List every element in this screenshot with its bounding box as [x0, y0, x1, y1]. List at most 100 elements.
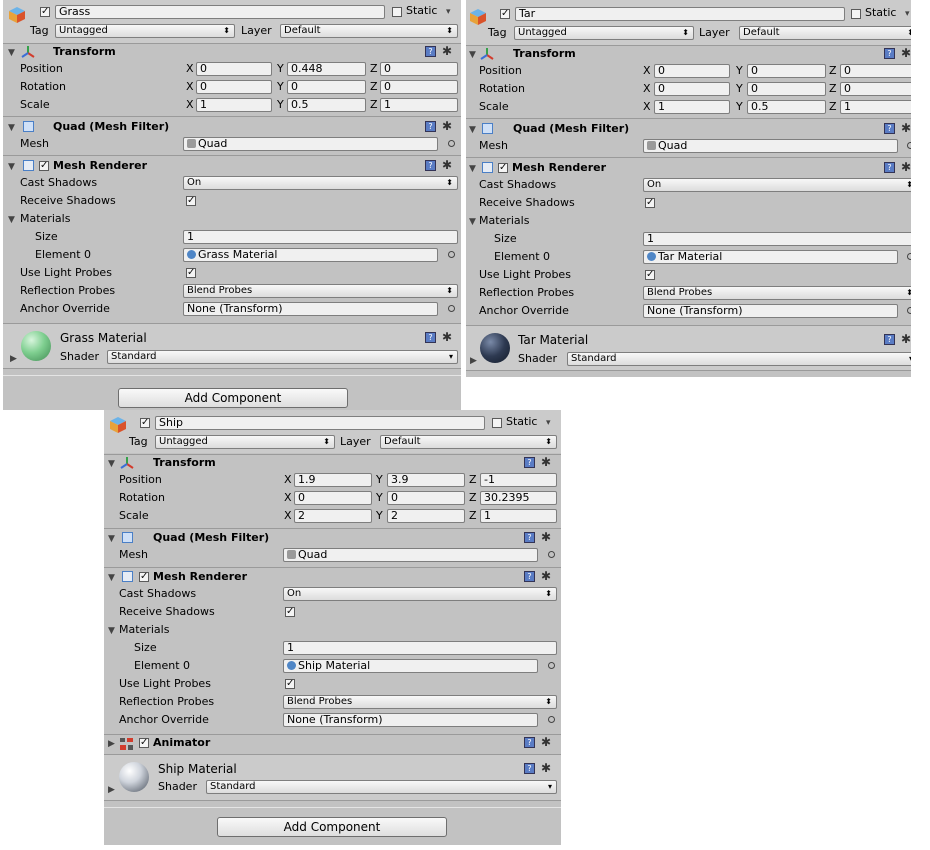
- gear-icon[interactable]: ✱: [442, 45, 452, 57]
- use-light-probes-checkbox[interactable]: ✓: [645, 270, 655, 280]
- size-field[interactable]: 1: [283, 641, 557, 655]
- materials-foldout-arrow[interactable]: ▼: [8, 215, 15, 225]
- rotation-y-label[interactable]: Y: [736, 82, 743, 96]
- tag-dropdown[interactable]: Untagged ⬍: [514, 26, 694, 40]
- layer-dropdown[interactable]: Default ⬍: [739, 26, 911, 40]
- element0-field[interactable]: Ship Material: [283, 659, 538, 673]
- add-component-button[interactable]: Add Component: [217, 817, 447, 837]
- animator-enabled-checkbox[interactable]: ✓: [139, 738, 149, 748]
- scale-z-field[interactable]: 1: [380, 98, 458, 112]
- scale-y-field[interactable]: 0.5: [747, 100, 826, 114]
- tag-dropdown[interactable]: Untagged ⬍: [55, 24, 235, 38]
- static-checkbox[interactable]: [392, 7, 402, 17]
- tag-dropdown[interactable]: Untagged ⬍: [155, 435, 335, 449]
- reflection-probes-dropdown[interactable]: Blend Probes ⬍: [183, 284, 458, 298]
- position-x-field[interactable]: 0: [654, 64, 730, 78]
- active-checkbox[interactable]: ✓: [40, 7, 50, 17]
- rotation-x-field[interactable]: 0: [196, 80, 272, 94]
- mesh-renderer-enabled-checkbox[interactable]: ✓: [498, 163, 508, 173]
- mesh-renderer-enabled-checkbox[interactable]: ✓: [39, 161, 49, 171]
- mesh-filter-foldout-arrow[interactable]: ▼: [8, 123, 15, 133]
- use-light-probes-checkbox[interactable]: ✓: [285, 679, 295, 689]
- transform-foldout-arrow[interactable]: ▼: [469, 50, 476, 60]
- rotation-x-field[interactable]: 0: [654, 82, 730, 96]
- anchor-override-field[interactable]: None (Transform): [183, 302, 438, 316]
- gear-icon[interactable]: ✱: [442, 331, 452, 343]
- rotation-y-field[interactable]: 0: [387, 491, 465, 505]
- rotation-z-field[interactable]: 30.2395: [480, 491, 557, 505]
- cast-shadows-dropdown[interactable]: On ⬍: [643, 178, 911, 192]
- position-x-field[interactable]: 0: [196, 62, 272, 76]
- position-y-field[interactable]: 0: [747, 64, 826, 78]
- scale-y-field[interactable]: 0.5: [287, 98, 366, 112]
- rotation-x-label[interactable]: X: [186, 80, 194, 94]
- mesh-renderer-foldout-arrow[interactable]: ▼: [8, 162, 15, 172]
- help-book-icon[interactable]: ?: [884, 334, 895, 345]
- active-checkbox[interactable]: ✓: [500, 9, 510, 19]
- rotation-z-label[interactable]: Z: [829, 82, 837, 96]
- position-z-label[interactable]: Z: [469, 473, 477, 487]
- position-y-label[interactable]: Y: [277, 62, 284, 76]
- scale-z-field[interactable]: 1: [840, 100, 911, 114]
- position-y-field[interactable]: 0.448: [287, 62, 366, 76]
- mesh-renderer-foldout-arrow[interactable]: ▼: [469, 164, 476, 174]
- object-picker-icon[interactable]: [548, 662, 555, 669]
- rotation-z-label[interactable]: Z: [469, 491, 477, 505]
- help-book-icon[interactable]: ?: [425, 121, 436, 132]
- rotation-y-field[interactable]: 0: [747, 82, 826, 96]
- rotation-x-label[interactable]: X: [284, 491, 292, 505]
- scale-y-label[interactable]: Y: [277, 98, 284, 112]
- mesh-renderer-foldout-arrow[interactable]: ▼: [108, 573, 115, 583]
- element0-field[interactable]: Tar Material: [643, 250, 898, 264]
- scale-z-label[interactable]: Z: [370, 98, 378, 112]
- element0-field[interactable]: Grass Material: [183, 248, 438, 262]
- reflection-probes-dropdown[interactable]: Blend Probes ⬍: [643, 286, 911, 300]
- scale-x-label[interactable]: X: [186, 98, 194, 112]
- scale-x-label[interactable]: X: [284, 509, 292, 523]
- help-book-icon[interactable]: ?: [524, 737, 535, 748]
- mesh-filter-foldout-arrow[interactable]: ▼: [108, 534, 115, 544]
- scale-z-label[interactable]: Z: [469, 509, 477, 523]
- position-y-label[interactable]: Y: [376, 473, 383, 487]
- scale-x-label[interactable]: X: [643, 100, 651, 114]
- object-picker-icon[interactable]: [548, 551, 555, 558]
- scale-x-field[interactable]: 1: [196, 98, 272, 112]
- static-checkbox[interactable]: [851, 9, 861, 19]
- transform-foldout-arrow[interactable]: ▼: [108, 459, 115, 469]
- help-book-icon[interactable]: ?: [884, 48, 895, 59]
- position-y-field[interactable]: 3.9: [387, 473, 465, 487]
- shader-dropdown[interactable]: Standard ▾: [107, 350, 458, 364]
- help-book-icon[interactable]: ?: [425, 160, 436, 171]
- object-name-field[interactable]: Tar: [515, 7, 845, 21]
- scale-x-field[interactable]: 2: [294, 509, 372, 523]
- cast-shadows-dropdown[interactable]: On ⬍: [283, 587, 557, 601]
- active-checkbox[interactable]: ✓: [140, 418, 150, 428]
- static-dropdown-arrow[interactable]: ▾: [546, 418, 551, 428]
- scale-y-label[interactable]: Y: [736, 100, 743, 114]
- gear-icon[interactable]: ✱: [901, 333, 911, 345]
- object-name-field[interactable]: Ship: [155, 416, 485, 430]
- object-picker-icon[interactable]: [907, 307, 911, 314]
- help-book-icon[interactable]: ?: [425, 332, 436, 343]
- static-checkbox[interactable]: [492, 418, 502, 428]
- gear-icon[interactable]: ✱: [901, 47, 911, 59]
- rotation-x-label[interactable]: X: [643, 82, 651, 96]
- mesh-field[interactable]: Quad: [643, 139, 898, 153]
- material-foldout-arrow[interactable]: ▶: [10, 354, 17, 364]
- scale-y-field[interactable]: 2: [387, 509, 465, 523]
- position-z-field[interactable]: 0: [840, 64, 911, 78]
- transform-foldout-arrow[interactable]: ▼: [8, 48, 15, 58]
- help-book-icon[interactable]: ?: [884, 123, 895, 134]
- position-z-field[interactable]: 0: [380, 62, 458, 76]
- rotation-z-label[interactable]: Z: [370, 80, 378, 94]
- mesh-field[interactable]: Quad: [283, 548, 538, 562]
- materials-foldout-arrow[interactable]: ▼: [108, 626, 115, 636]
- help-book-icon[interactable]: ?: [425, 46, 436, 57]
- rotation-z-field[interactable]: 0: [840, 82, 911, 96]
- mesh-filter-foldout-arrow[interactable]: ▼: [469, 125, 476, 135]
- object-name-field[interactable]: Grass: [55, 5, 385, 19]
- shader-dropdown[interactable]: Standard ▾: [567, 352, 911, 366]
- receive-shadows-checkbox[interactable]: ✓: [645, 198, 655, 208]
- gear-icon[interactable]: ✱: [541, 736, 551, 748]
- gear-icon[interactable]: ✱: [541, 456, 551, 468]
